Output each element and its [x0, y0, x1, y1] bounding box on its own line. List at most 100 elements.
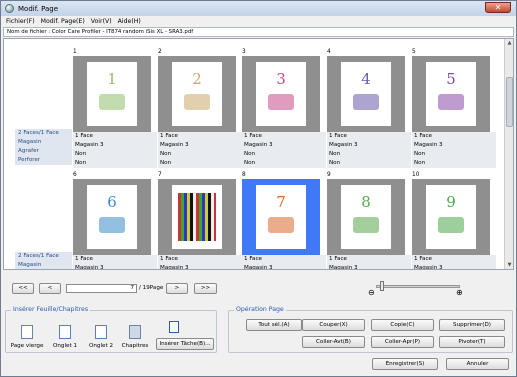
page-number: 2 [158, 49, 162, 55]
next-page-button[interactable]: > [166, 283, 188, 294]
delete-button[interactable]: Supprimer(D) [439, 319, 505, 331]
color-chart-image [178, 193, 216, 241]
page-thumbnail[interactable]: 10 9 1 FaceMagasin 3NonNon [412, 171, 496, 269]
page-grid[interactable]: 2 Faces/1 Face Magasin Agrafer Perforer … [3, 38, 514, 270]
select-all-button[interactable]: Tout sél.(A) [246, 319, 302, 331]
page-punch: Non [242, 159, 326, 168]
chapters-label: Chapitres [121, 343, 149, 349]
zoom-in-icon[interactable]: ⊕ [456, 288, 463, 297]
page-thumb-frame[interactable]: 1 [73, 56, 151, 132]
page-digit: 9 [446, 193, 456, 211]
insert-task-button[interactable]: Insérer Tâche(B)... [156, 338, 214, 350]
page-thumb-frame[interactable]: 6 [73, 179, 151, 255]
page-staple: Non [242, 150, 326, 159]
blank-page-item[interactable]: Page vierge [10, 325, 44, 349]
page-paper: 9 [426, 185, 476, 249]
last-page-button[interactable]: >> [194, 283, 217, 294]
page-thumbnail[interactable]: 6 6 1 FaceMagasin 3NonNon [73, 171, 157, 269]
scroll-thumb[interactable] [506, 77, 513, 127]
menu-file[interactable]: Fichier(F) [6, 18, 35, 25]
page-duplex: 1 Face [327, 132, 411, 141]
tab1-item[interactable]: Onglet 1 [48, 325, 82, 349]
page-number: 7 [158, 172, 162, 178]
page-thumb-frame[interactable]: 5 [412, 56, 490, 132]
page-thumbnail[interactable]: 441 Face Magasin 3 Non Non [327, 48, 411, 168]
page-thumb-frame[interactable]: 2 [158, 56, 236, 132]
copy-button[interactable]: Copie(C) [371, 319, 434, 331]
tab2-item[interactable]: Onglet 2 [84, 325, 118, 349]
page-thumb-frame[interactable] [158, 179, 236, 255]
page-tray: Magasin 3 [73, 141, 157, 150]
save-button[interactable]: Enregistrer(S) [372, 358, 438, 370]
page-thumbnail[interactable]: 221 Face Magasin 3 Non Non [158, 48, 242, 168]
navigation-row: << < 7 / 19Page > >> ⊖ ⊕ [1, 281, 516, 297]
menu-edit-page[interactable]: Modif. Page(E) [41, 18, 85, 25]
page-paper: 4 [341, 62, 391, 126]
page-tray: Magasin 3 [158, 141, 242, 150]
page-staple: Non [73, 150, 157, 159]
row-label-duplex: 2 Faces/1 Face [15, 252, 72, 261]
page-thumbnail[interactable]: 8 7 1 FaceMagasin 3NonNon [242, 171, 326, 269]
cancel-button[interactable]: Annuler [446, 358, 509, 370]
page-total: / 19Page [139, 285, 164, 291]
page-properties: 1 FaceMagasin 3NonNon [412, 255, 496, 269]
page-digit: 5 [446, 70, 456, 88]
page-number: 4 [327, 49, 331, 55]
page-punch: Non [73, 159, 157, 168]
page-illustration [99, 94, 125, 110]
menu-view[interactable]: Voir(V) [91, 18, 112, 25]
page-properties: 1 FaceMagasin 3NonNon [242, 132, 326, 168]
zoom-slider[interactable] [376, 285, 460, 288]
page-thumbnail[interactable]: 331 Face Magasin 3 Non Non [242, 48, 326, 168]
page-thumb-frame[interactable]: 7 [242, 179, 320, 255]
page-thumb-frame[interactable]: 8 [327, 179, 405, 255]
page-operation-panel: Opération Page Tout sél.(A) Couper(X) Co… [228, 306, 513, 353]
scroll-up-icon[interactable]: ▲ [506, 39, 513, 47]
page-thumbnail[interactable]: 551 Face Magasin 3 Non Non [412, 48, 496, 168]
page-duplex: 1 Face [242, 132, 326, 141]
menu-help[interactable]: Aide(H) [118, 18, 141, 25]
page-duplex: 1 Face [73, 132, 157, 141]
page-thumbnail[interactable]: 9 8 1 FaceMagasin 3NonNon [327, 171, 411, 269]
page-thumb-frame[interactable]: 9 [412, 179, 490, 255]
page-thumb-frame[interactable]: 4 [327, 56, 405, 132]
page-duplex: 1 Face [158, 255, 242, 264]
page-number-input[interactable]: 7 [66, 284, 137, 293]
page-duplex: 1 Face [327, 255, 411, 264]
page-paper: 6 [87, 185, 137, 249]
page-thumb-frame[interactable]: 3 [242, 56, 320, 132]
scroll-down-icon[interactable]: ▼ [506, 261, 513, 269]
close-button[interactable]: ✕ [485, 2, 511, 13]
page-digit: 7 [276, 193, 286, 211]
modif-page-window: Modif. Page ✕ Fichier(F) Modif. Page(E) … [0, 0, 517, 377]
blank-page-icon [21, 325, 33, 339]
chapters-item[interactable]: Chapitres [118, 325, 152, 349]
page-thumbnail[interactable]: 7 1 FaceMagasin 3NonNon [158, 171, 242, 269]
prev-page-button[interactable]: < [39, 283, 61, 294]
paste-after-button[interactable]: Coller-Apr(P) [371, 336, 434, 348]
paste-before-button[interactable]: Coller-Avt(B) [302, 336, 365, 348]
page-duplex: 1 Face [242, 255, 326, 264]
insert-panel-title: Insérer Feuille/Chapitres [11, 306, 91, 313]
page-illustration [353, 217, 379, 233]
zoom-out-icon[interactable]: ⊖ [368, 288, 375, 297]
rotate-button[interactable]: Pivoter(T) [439, 336, 505, 348]
page-paper: 3 [256, 62, 306, 126]
row-label-duplex: 2 Faces/1 Face [15, 129, 72, 138]
page-properties: 1 FaceMagasin 3NonNon [242, 255, 326, 269]
page-number: 5 [412, 49, 416, 55]
row-label-tray: Magasin [15, 261, 72, 269]
page-punch: Non [158, 159, 242, 168]
tab2-label: Onglet 2 [88, 343, 114, 349]
window-title: Modif. Page [18, 4, 59, 13]
page-tray: Magasin 3 [158, 264, 242, 269]
first-page-button[interactable]: << [12, 283, 34, 294]
vertical-scrollbar[interactable]: ▲ ▼ [504, 39, 513, 269]
page-paper: 2 [172, 62, 222, 126]
cut-button[interactable]: Couper(X) [302, 319, 365, 331]
page-duplex: 1 Face [412, 255, 496, 264]
page-thumbnail[interactable]: 111 Face Magasin 3 Non Non [73, 48, 157, 168]
zoom-slider-handle[interactable] [380, 281, 384, 291]
page-tray: Magasin 3 [412, 264, 496, 269]
blank-page-label: Page vierge [10, 343, 44, 349]
